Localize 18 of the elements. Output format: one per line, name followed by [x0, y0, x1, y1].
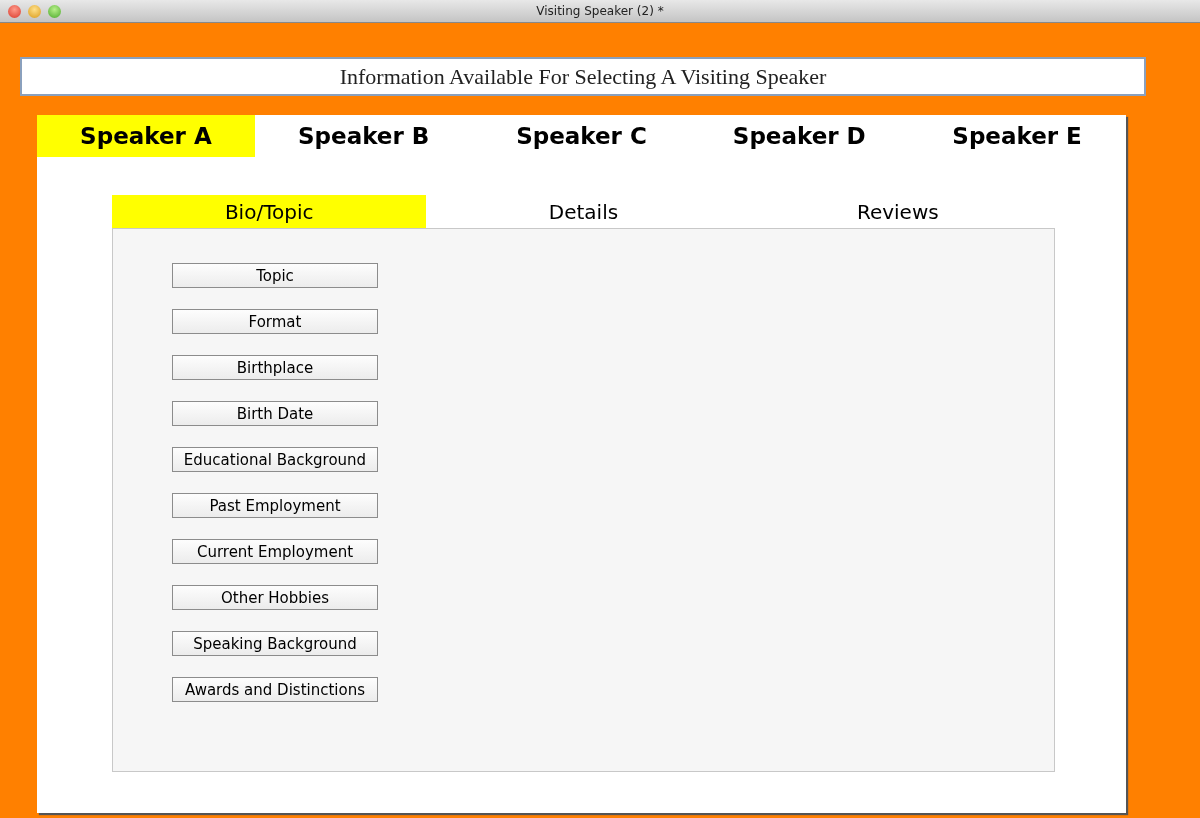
info-button[interactable]: Current Employment	[172, 539, 378, 564]
section-tab[interactable]: Bio/Topic	[112, 195, 427, 228]
close-icon[interactable]	[8, 4, 21, 18]
maximize-icon[interactable]	[48, 4, 61, 18]
speaker-tab[interactable]: Speaker A	[37, 115, 255, 157]
info-button[interactable]: Format	[172, 309, 378, 334]
info-button[interactable]: Birthplace	[172, 355, 378, 380]
info-button[interactable]: Topic	[172, 263, 378, 288]
speaker-tab[interactable]: Speaker E	[908, 115, 1126, 157]
header-field[interactable]: Information Available For Selecting A Visiting Speaker	[20, 57, 1146, 96]
window-title: Visiting Speaker (2) *	[536, 4, 664, 18]
info-button[interactable]: Birth Date	[172, 401, 378, 426]
minimize-icon[interactable]	[28, 4, 41, 18]
info-button[interactable]: Other Hobbies	[172, 585, 378, 610]
info-button[interactable]: Past Employment	[172, 493, 378, 518]
info-button[interactable]: Awards and Distinctions	[172, 677, 378, 702]
info-button[interactable]: Speaking Background	[172, 631, 378, 656]
info-button[interactable]: Educational Background	[172, 447, 378, 472]
